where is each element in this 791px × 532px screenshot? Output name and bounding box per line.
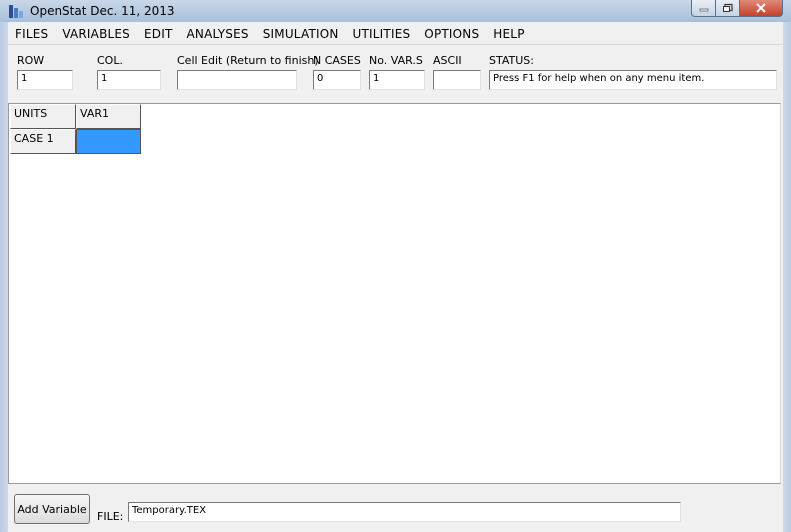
menu-options[interactable]: OPTIONS <box>417 27 486 41</box>
footer: Add Variable FILE: Temporary.TEX <box>8 486 783 532</box>
data-grid[interactable]: UNITS VAR1 CASE 1 <box>8 103 781 484</box>
title-bar: OpenStat Dec. 11, 2013 <box>0 0 791 22</box>
maximize-button[interactable] <box>715 0 740 17</box>
menu-files[interactable]: FILES <box>8 27 55 41</box>
row-field[interactable]: 1 <box>17 70 73 90</box>
minimize-icon <box>699 8 708 12</box>
menu-edit[interactable]: EDIT <box>137 27 180 41</box>
n-cases-field[interactable]: 0 <box>313 70 361 90</box>
menu-utilities[interactable]: UTILITIES <box>346 27 418 41</box>
ascii-label: ASCII <box>433 54 462 67</box>
window-title: OpenStat Dec. 11, 2013 <box>30 4 175 18</box>
grid-row-header-case-1[interactable]: CASE 1 <box>10 129 76 154</box>
status-label: STATUS: <box>489 54 534 67</box>
cell-edit-field[interactable] <box>177 70 297 90</box>
menu-analyses[interactable]: ANALYSES <box>179 27 255 41</box>
menu-variables[interactable]: VARIABLES <box>55 27 137 41</box>
close-button[interactable] <box>739 0 783 17</box>
grid-header-units: UNITS <box>10 104 76 129</box>
n-vars-label: No. VAR.S <box>369 54 423 67</box>
file-field[interactable]: Temporary.TEX <box>128 502 681 522</box>
col-label: COL. <box>97 54 123 67</box>
toolbar: ROW 1 COL. 1 Cell Edit (Return to finish… <box>8 44 783 104</box>
grid-header-var1[interactable]: VAR1 <box>76 104 141 129</box>
window-frame-left <box>0 22 8 532</box>
close-icon <box>756 3 766 13</box>
grid-cell-case1-var1[interactable] <box>76 129 141 154</box>
col-field[interactable]: 1 <box>97 70 161 90</box>
n-vars-field[interactable]: 1 <box>369 70 425 90</box>
window-frame-right <box>783 22 791 532</box>
menu-simulation[interactable]: SIMULATION <box>256 27 346 41</box>
ascii-field[interactable] <box>433 70 481 90</box>
openstat-app-icon <box>9 5 23 18</box>
add-variable-button[interactable]: Add Variable <box>14 494 90 524</box>
maximize-icon <box>722 3 733 12</box>
window-controls <box>691 0 783 18</box>
minimize-button[interactable] <box>691 0 716 17</box>
menu-bar: FILES VARIABLES EDIT ANALYSES SIMULATION… <box>8 24 783 44</box>
row-label: ROW <box>17 54 45 67</box>
n-cases-label: N CASES <box>313 54 361 67</box>
menu-help[interactable]: HELP <box>486 27 531 41</box>
file-label: FILE: <box>97 510 124 523</box>
status-field: Press F1 for help when on any menu item. <box>489 70 777 90</box>
cell-edit-label: Cell Edit (Return to finish) <box>177 54 319 67</box>
